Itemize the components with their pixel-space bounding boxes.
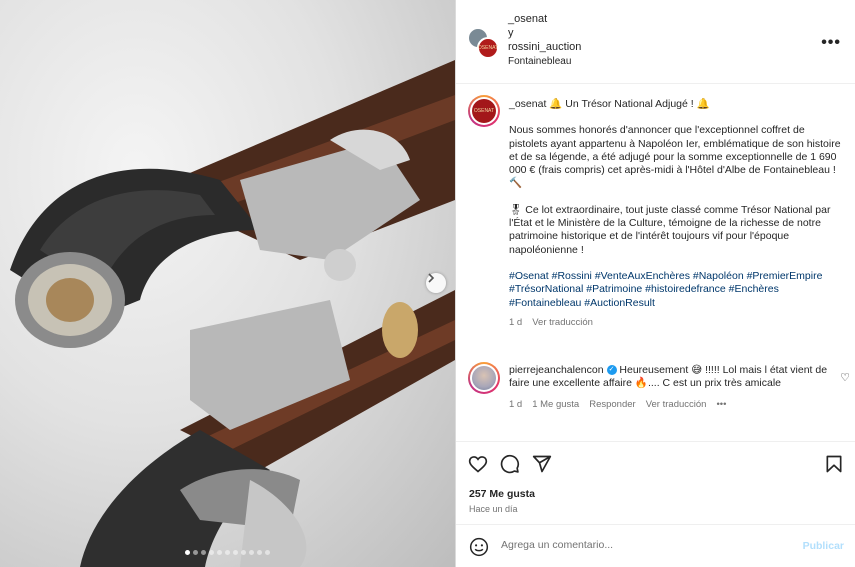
verified-icon: ✓ (606, 365, 617, 376)
comment-icon[interactable] (500, 454, 520, 474)
caption-paragraph: Nous sommes honorés d'annoncer que l'exc… (509, 124, 841, 190)
comment: pierrejeanchalencon ✓ Heureusement 😅 !!!… (468, 362, 850, 410)
translate-link[interactable]: Ver traducción (646, 399, 707, 410)
logo-text: OSENAT (472, 99, 496, 123)
carousel-dot (185, 550, 190, 555)
location-link[interactable]: Fontainebleau (508, 55, 581, 69)
post-media[interactable] (0, 0, 455, 567)
comment-more-icon[interactable]: ••• (716, 399, 726, 410)
post-time: Hace un día (469, 504, 518, 514)
publish-button[interactable]: Publicar (803, 540, 844, 552)
connector-text: y (508, 27, 514, 39)
avatar: OSENAT (477, 37, 499, 59)
comment-input[interactable] (501, 539, 761, 551)
add-comment-bar: Publicar (456, 526, 855, 567)
post-panel: OSENAT _osenat y rossini_auction Fontain… (455, 0, 855, 567)
username-link[interactable]: rossini_auction (508, 40, 581, 54)
carousel-dot (225, 550, 230, 555)
comment-likes[interactable]: 1 Me gusta (532, 399, 579, 410)
comment-username[interactable]: pierrejeanchalencon (509, 364, 604, 376)
pistols-photo (10, 60, 455, 567)
emoji-icon[interactable] (469, 537, 489, 557)
carousel-dot (201, 550, 206, 555)
carousel-dot (249, 550, 254, 555)
header-usernames: _osenat y rossini_auction Fontainebleau (508, 12, 581, 69)
carousel-dot (265, 550, 270, 555)
chevron-right-icon (428, 273, 435, 283)
caption: OSENAT _osenat 🔔 Un Trésor National Adju… (468, 95, 846, 328)
post-header: OSENAT _osenat y rossini_auction Fontain… (456, 0, 855, 84)
carousel-dot (209, 550, 214, 555)
avatar[interactable] (468, 362, 500, 394)
next-slide-button[interactable] (426, 273, 446, 293)
carousel-dot (233, 550, 238, 555)
collab-avatars[interactable]: OSENAT (468, 28, 502, 62)
bookmark-icon[interactable] (824, 454, 844, 474)
more-options-icon[interactable]: ••• (821, 34, 841, 52)
caption-username[interactable]: _osenat (509, 98, 546, 110)
likes-count[interactable]: 257 Me gusta (469, 488, 535, 500)
carousel-indicator (0, 550, 455, 555)
username-link[interactable]: _osenat (508, 12, 581, 26)
carousel-dot (217, 550, 222, 555)
translate-link[interactable]: Ver traducción (532, 317, 593, 328)
heart-icon[interactable] (468, 454, 488, 474)
comments-section: OSENAT _osenat 🔔 Un Trésor National Adju… (456, 85, 855, 441)
like-comment-icon[interactable]: ♡ (840, 371, 850, 384)
carousel-dot (257, 550, 262, 555)
caption-hashtags[interactable]: #Osenat #Rossini #VenteAuxEnchères #Napo… (509, 270, 846, 310)
avatar[interactable]: OSENAT (468, 95, 500, 127)
comment-age: 1 d (509, 398, 523, 410)
caption-title: 🔔 Un Trésor National Adjugé ! 🔔 (549, 98, 710, 110)
caption-age: 1 d (509, 316, 523, 328)
post-actions: 257 Me gusta Hace un día (456, 441, 855, 525)
reply-button[interactable]: Responder (589, 399, 635, 410)
share-icon[interactable] (532, 454, 552, 474)
carousel-dot (193, 550, 198, 555)
logo-text: OSENAT (477, 45, 499, 51)
caption-paragraph: 🎖 Ce lot extraordinaire, tout juste clas… (509, 203, 831, 256)
carousel-dot (241, 550, 246, 555)
